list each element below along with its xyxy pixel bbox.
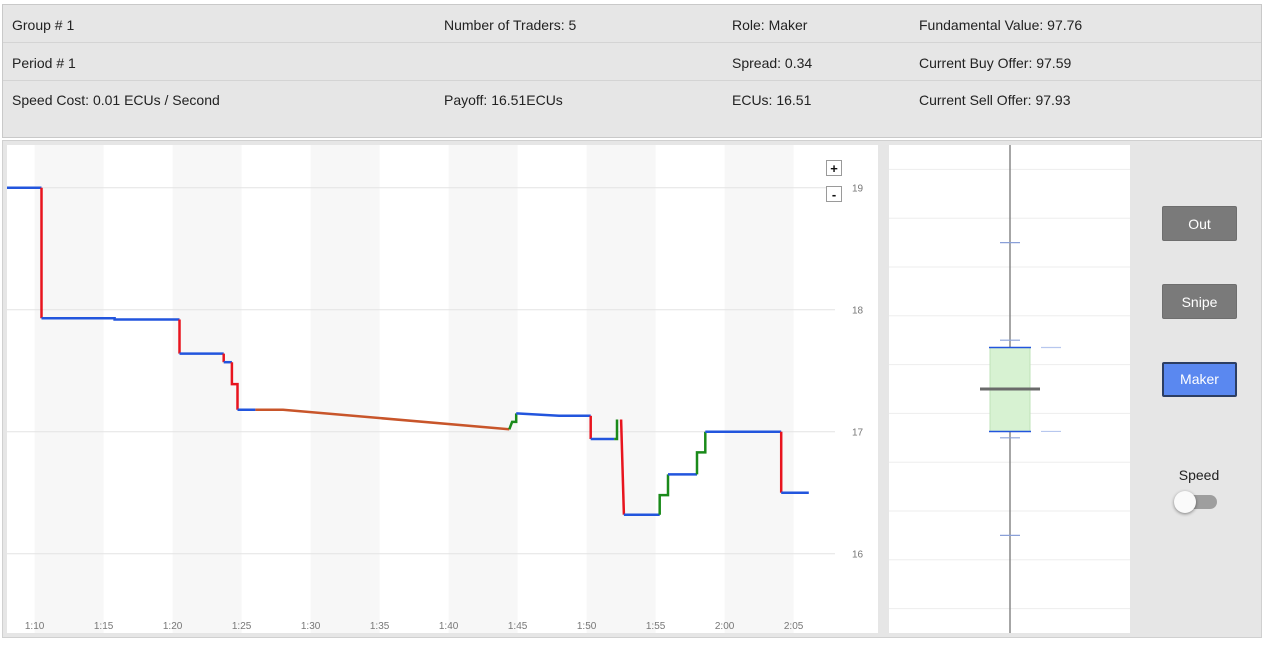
spread-label: Spread: 0.34 (732, 55, 813, 71)
x-tick-label: 2:05 (784, 621, 804, 632)
time-band (34, 145, 104, 633)
snipe-button[interactable]: Snipe (1162, 284, 1237, 319)
speed-toggle[interactable] (1174, 491, 1217, 513)
time-band (448, 145, 518, 633)
payoff-label: Payoff: 16.51ECUs (444, 92, 563, 108)
period-label: Period # 1 (12, 55, 76, 71)
x-tick-label: 1:20 (163, 621, 183, 632)
time-band (310, 145, 380, 633)
info-row-1: Group # 1 Number of Traders: 5 Role: Mak… (3, 5, 1261, 43)
fundamental-value-label: Fundamental Value: 97.76 (919, 17, 1083, 33)
speed-label: Speed (1178, 467, 1220, 483)
info-row-2: Period # 1 Spread: 0.34 Current Buy Offe… (3, 43, 1261, 81)
price-history-chart[interactable]: 19 18 17 16 1:10 1:15 1:20 1:25 1:30 1:35 1:40 1:45… (7, 145, 878, 633)
y-tick-label: 18 (852, 306, 864, 317)
x-tick-label: 1:10 (25, 621, 45, 632)
x-tick-label: 1:50 (577, 621, 597, 632)
x-tick-label: 1:45 (508, 621, 528, 632)
price-segment-blue (41, 316, 180, 321)
speed-cost-label: Speed Cost: 0.01 ECUs / Second (12, 92, 220, 108)
x-tick-label: 1:55 (646, 621, 666, 632)
zoom-in-button[interactable]: + (826, 160, 842, 176)
x-tick-label: 2:00 (715, 621, 735, 632)
out-button[interactable]: Out (1162, 206, 1237, 241)
y-tick-label: 19 (852, 184, 864, 195)
y-tick-label: 17 (852, 428, 864, 439)
maker-button[interactable]: Maker (1162, 362, 1237, 397)
traders-label: Number of Traders: 5 (444, 17, 577, 33)
time-band (724, 145, 794, 633)
x-tick-label: 1:40 (439, 621, 459, 632)
x-tick-label: 1:30 (301, 621, 321, 632)
info-panel: Group # 1 Number of Traders: 5 Role: Mak… (2, 4, 1262, 138)
time-band (172, 145, 242, 633)
buy-offer-label: Current Buy Offer: 97.59 (919, 55, 1072, 71)
sell-offer-label: Current Sell Offer: 97.93 (919, 92, 1071, 108)
time-band (586, 145, 656, 633)
speed-toggle-knob (1174, 491, 1196, 513)
zoom-out-button[interactable]: - (826, 186, 842, 202)
x-tick-label: 1:25 (232, 621, 252, 632)
role-label: Role: Maker (732, 17, 808, 33)
group-label: Group # 1 (12, 17, 75, 33)
x-tick-label: 1:15 (94, 621, 114, 632)
info-row-3: Speed Cost: 0.01 ECUs / Second Payoff: 1… (3, 80, 1261, 117)
y-tick-label: 16 (852, 550, 864, 561)
order-spread-chart (889, 145, 1130, 633)
ecus-label: ECUs: 16.51 (732, 92, 812, 108)
x-tick-label: 1:35 (370, 621, 390, 632)
